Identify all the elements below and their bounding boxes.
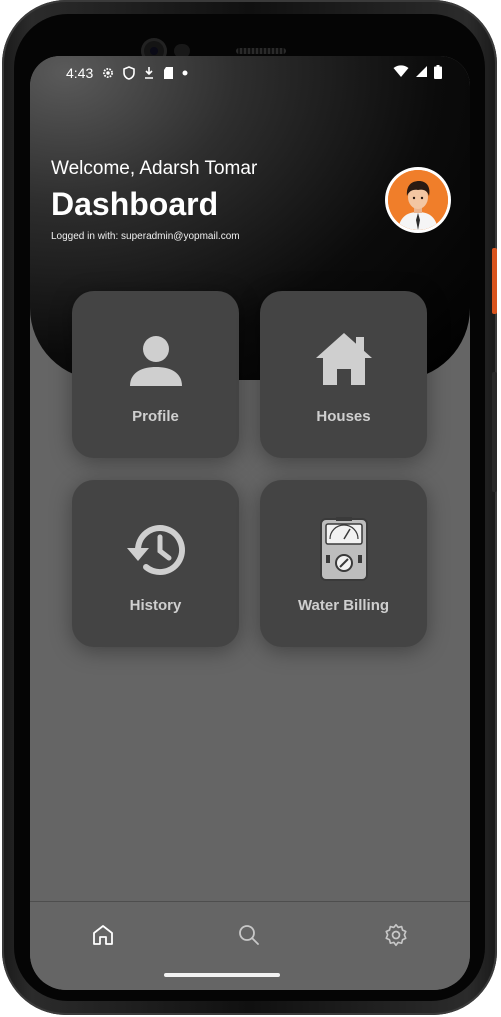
volume-button <box>492 372 497 492</box>
history-card[interactable]: History <box>72 480 239 647</box>
avatar[interactable] <box>385 167 451 233</box>
avatar-illustration <box>388 170 448 230</box>
nav-settings[interactable] <box>381 920 411 950</box>
dot-status-icon <box>182 70 188 76</box>
download-status-icon <box>143 66 155 80</box>
house-icon <box>260 331 427 387</box>
status-time: 4:43 <box>66 65 94 81</box>
wifi-icon <box>393 65 409 81</box>
earpiece-speaker <box>236 48 286 54</box>
signal-icon <box>415 65 428 81</box>
profile-card[interactable]: Profile <box>72 291 239 458</box>
settings-status-icon <box>101 66 115 80</box>
battery-icon <box>434 64 442 82</box>
page-title: Dashboard <box>51 186 219 222</box>
logged-in-text: Logged in with: superadmin@yopmail.com <box>51 231 240 242</box>
settings-icon <box>385 923 407 947</box>
water-billing-label: Water Billing <box>297 597 390 614</box>
sd-card-status-icon <box>163 66 174 80</box>
shield-status-icon <box>123 66 136 80</box>
status-bar: 4:43 <box>66 62 442 84</box>
power-button <box>492 248 497 314</box>
houses-card[interactable]: Houses <box>260 291 427 458</box>
profile-label: Profile <box>132 408 179 425</box>
person-icon <box>72 335 239 387</box>
houses-label: Houses <box>316 408 371 425</box>
nav-search[interactable] <box>234 920 264 950</box>
search-icon <box>239 925 259 945</box>
home-indicator[interactable] <box>164 973 280 977</box>
phone-frame: 4:43 Welcome, Adarsh Tomar Dashboard Log… <box>2 0 497 1015</box>
welcome-text: Welcome, Adarsh Tomar <box>51 158 258 179</box>
nav-home[interactable] <box>88 920 118 950</box>
water-billing-card[interactable]: Water Billing <box>260 480 427 647</box>
history-label: History <box>129 597 182 614</box>
home-icon <box>93 925 113 945</box>
water-meter-icon <box>260 517 427 581</box>
history-icon <box>72 520 239 580</box>
app-screen: 4:43 Welcome, Adarsh Tomar Dashboard Log… <box>30 56 470 990</box>
